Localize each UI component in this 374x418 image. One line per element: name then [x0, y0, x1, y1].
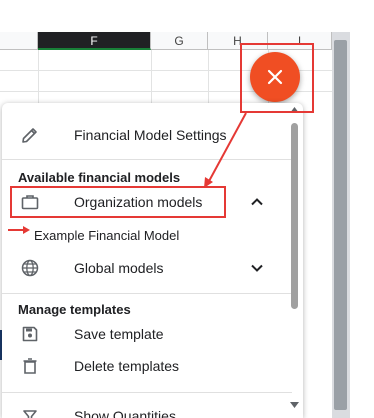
- delete-templates-label: Delete templates: [74, 358, 180, 374]
- filter-icon: [18, 404, 42, 418]
- column-header-e[interactable]: [0, 32, 38, 50]
- show-quantities-label: Show Quantities: [74, 408, 176, 418]
- column-header-g[interactable]: G: [151, 32, 208, 50]
- column-header-f[interactable]: F: [38, 32, 151, 50]
- divider: [2, 159, 292, 160]
- fab-highlight-box: [240, 43, 314, 113]
- save-template-label: Save template: [74, 326, 164, 342]
- global-models-item[interactable]: Global models: [2, 253, 292, 283]
- financial-model-menu: Financial Model Settings Available finan…: [2, 103, 303, 418]
- financial-model-settings-label: Financial Model Settings: [74, 127, 227, 143]
- save-icon: [18, 322, 42, 346]
- pencil-icon: [18, 123, 42, 147]
- globe-icon: [18, 256, 42, 280]
- trash-icon: [18, 354, 42, 378]
- menu-scrollbar-thumb[interactable]: [291, 123, 298, 309]
- divider: [2, 392, 292, 393]
- global-models-label: Global models: [74, 260, 164, 276]
- divider: [2, 293, 292, 294]
- menu-scroll-down-icon[interactable]: [289, 401, 300, 409]
- financial-model-settings-item[interactable]: Financial Model Settings: [2, 120, 292, 150]
- column-label-f: F: [90, 34, 98, 48]
- save-template-item[interactable]: Save template: [2, 319, 292, 349]
- column-label-g: G: [174, 34, 184, 48]
- example-financial-model-item[interactable]: Example Financial Model: [34, 228, 179, 243]
- chevron-down-icon[interactable]: [248, 259, 266, 277]
- available-models-heading: Available financial models: [18, 170, 181, 185]
- organization-models-highlight-box: [10, 186, 226, 218]
- window-margin: [350, 0, 374, 418]
- manage-templates-heading: Manage templates: [18, 302, 131, 317]
- delete-templates-item[interactable]: Delete templates: [2, 351, 292, 381]
- chevron-up-icon[interactable]: [248, 193, 266, 211]
- sheet-scrollbar-thumb[interactable]: [334, 40, 347, 410]
- show-quantities-item[interactable]: Show Quantities: [2, 401, 292, 418]
